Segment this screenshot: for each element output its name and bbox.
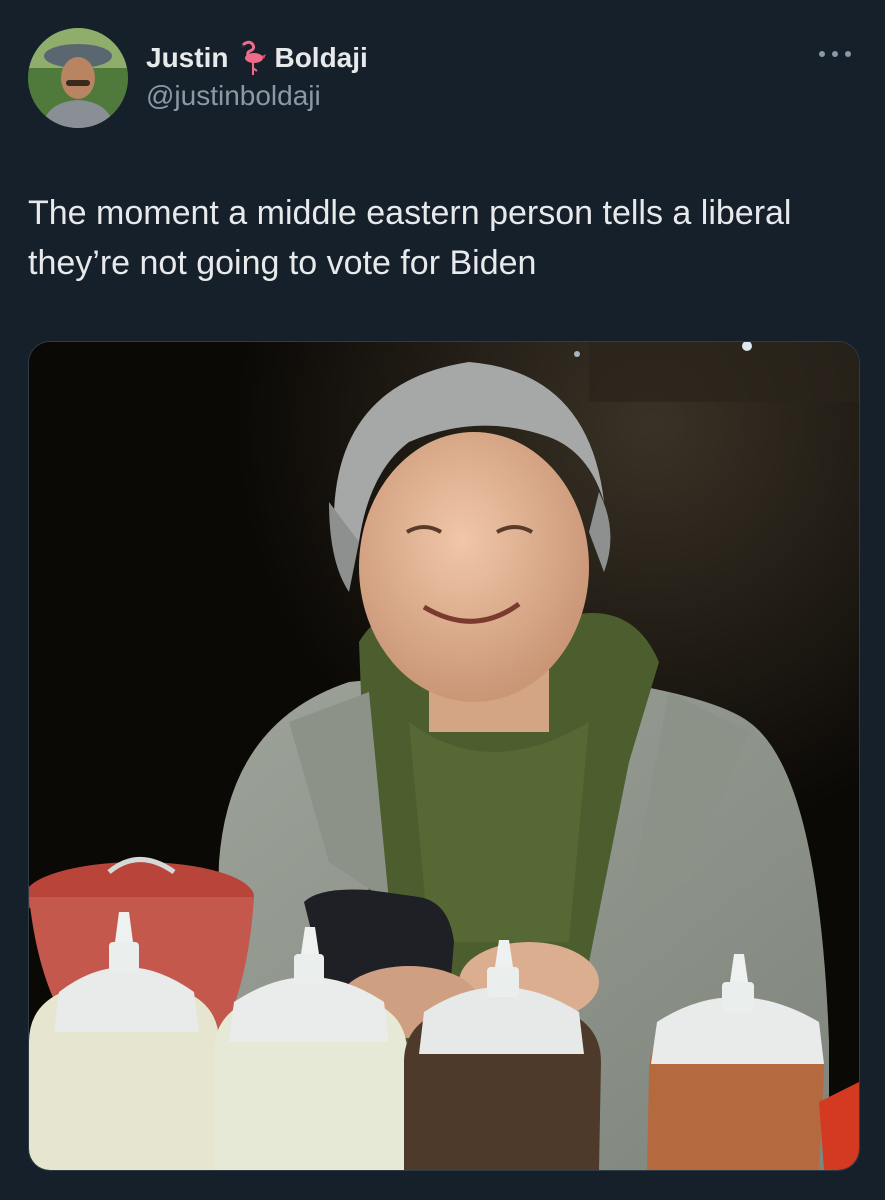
tweet-header: Justin Boldaji @justinboldaji [28, 28, 857, 128]
display-name-first: Justin [146, 42, 229, 73]
display-name-last: Boldaji [274, 42, 368, 73]
avatar[interactable] [28, 28, 128, 128]
author-handle[interactable]: @justinboldaji [146, 78, 368, 114]
tweet[interactable]: Justin Boldaji @justinboldaji The moment… [0, 0, 885, 1200]
display-name[interactable]: Justin Boldaji [146, 40, 368, 76]
tweet-photo[interactable] [28, 341, 860, 1171]
flamingo-icon [234, 40, 268, 76]
author-block[interactable]: Justin Boldaji @justinboldaji [146, 40, 368, 114]
more-options-icon[interactable] [819, 48, 853, 58]
tweet-text: The moment a middle eastern person tells… [28, 194, 792, 282]
